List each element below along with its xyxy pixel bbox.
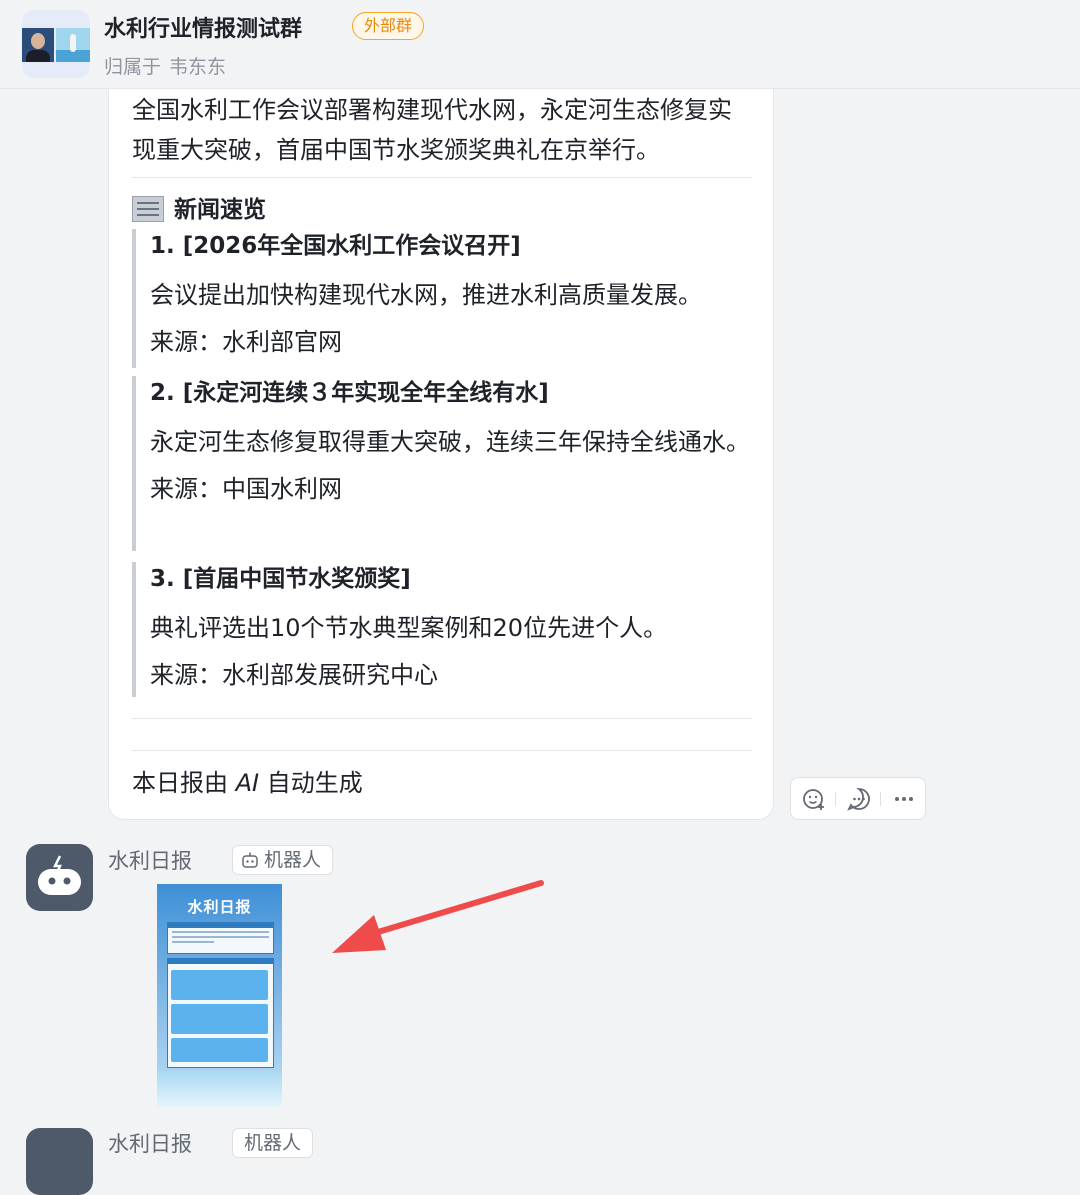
annotation-arrow	[332, 880, 544, 953]
bot-avatar[interactable]	[26, 1128, 93, 1195]
bot-tag: 机器人	[232, 1128, 314, 1158]
bot-name[interactable]: 水利日报	[108, 1128, 192, 1158]
